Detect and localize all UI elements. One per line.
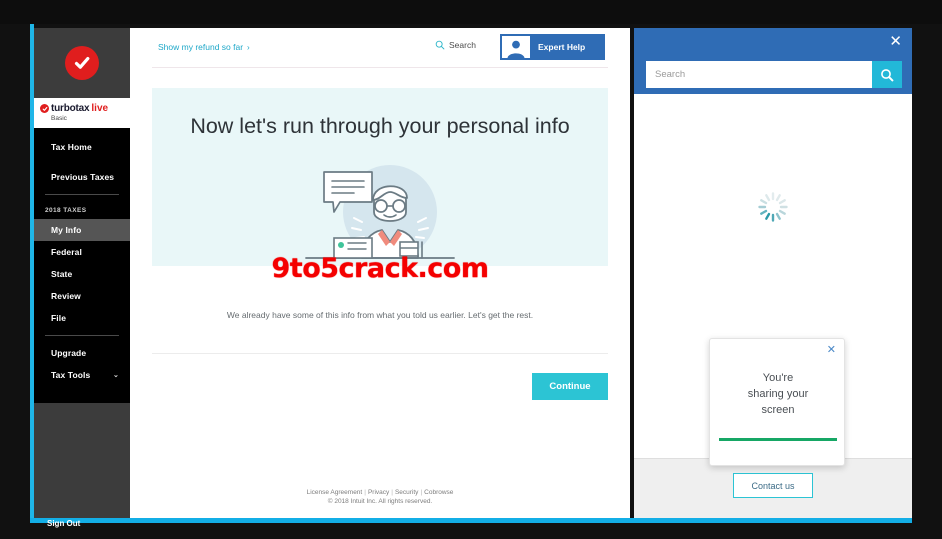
contact-us-button[interactable]: Contact us — [733, 473, 813, 498]
sharing-progress-fill — [719, 438, 837, 441]
sidebar-item-file[interactable]: File — [34, 307, 130, 329]
search-button[interactable]: Search — [435, 40, 476, 50]
page-title: Now let's run through your personal info — [190, 114, 570, 138]
brand-tier: Basic — [51, 115, 67, 122]
search-input[interactable] — [646, 61, 872, 88]
sidebar-item-label: Upgrade — [51, 348, 87, 358]
main-content-panel: Show my refund so far › Search Expert Hel… — [130, 28, 630, 518]
footer-links: License Agreement | Privacy | Security | Cobro… — [130, 489, 630, 496]
sidebar-nav: Tax Home Previous Taxes 2018 TAXES My In… — [34, 128, 130, 403]
footer: License Agreement | Privacy | Security | Cobro… — [130, 489, 630, 505]
show-refund-link[interactable]: Show my refund so far › — [158, 42, 250, 52]
continue-button[interactable]: Continue — [532, 373, 608, 400]
footer-link-security[interactable]: Security — [395, 489, 418, 496]
watermark-text: 9to5crack.com — [271, 253, 489, 284]
sidebar-divider — [45, 335, 119, 336]
left-sidebar: turbotax live Basic Tax Home Previous Ta… — [34, 28, 130, 528]
sign-out-button[interactable]: Sign Out — [34, 512, 130, 534]
main-topbar: Show my refund so far › Search Expert Hel… — [130, 28, 630, 68]
sidebar-item-previous-taxes[interactable]: Previous Taxes — [34, 166, 130, 188]
screen-sharing-card: ✕ You're sharing your screen — [709, 338, 845, 466]
sidebar-item-label: State — [51, 269, 73, 279]
sharing-line-2: sharing your — [747, 387, 809, 400]
sidebar-item-label: Review — [51, 291, 81, 301]
sidebar-item-label: My Info — [51, 225, 82, 235]
sidebar-item-tax-home[interactable]: Tax Home — [34, 136, 130, 158]
show-refund-label: Show my refund so far — [158, 42, 244, 52]
search-icon — [881, 68, 894, 81]
page-subtitle: We already have some of this info from w… — [226, 310, 534, 320]
brand-block[interactable]: turbotax live Basic — [34, 98, 130, 128]
person-with-speech-bubble-illustration — [152, 154, 608, 266]
footer-separator: | — [391, 489, 393, 496]
brand-edition: live — [91, 103, 109, 114]
expert-help-button[interactable]: Expert Help — [500, 34, 605, 60]
close-icon[interactable]: ✕ — [889, 34, 902, 49]
footer-link-cobrowse[interactable]: Cobrowse — [424, 489, 453, 496]
sidebar-item-label: Federal — [51, 247, 82, 257]
screen-sharing-message: You're sharing your screen — [710, 371, 846, 419]
window-frame-bottom-accent — [30, 518, 912, 523]
agent-avatar-icon — [502, 36, 530, 58]
screen-capture: turbotax live Basic Tax Home Previous Ta… — [0, 0, 942, 539]
search-submit-button[interactable] — [872, 61, 902, 88]
loading-spinner-icon — [756, 190, 790, 229]
sidebar-logo-block — [34, 28, 130, 98]
footer-link-privacy[interactable]: Privacy — [368, 489, 389, 496]
sidebar-section-label: 2018 TAXES — [45, 206, 87, 214]
turbotax-check-icon — [40, 104, 49, 113]
support-search-bar — [646, 61, 902, 88]
sidebar-item-review[interactable]: Review — [34, 285, 130, 307]
topbar-divider — [152, 67, 608, 68]
sidebar-item-label: Tax Tools — [51, 370, 91, 380]
sidebar-divider — [45, 194, 119, 195]
support-panel-header: ✕ — [634, 28, 912, 94]
sidebar-item-label: File — [51, 313, 67, 323]
sidebar-item-my-info[interactable]: My Info — [34, 219, 130, 241]
chevron-right-icon: › — [247, 43, 250, 52]
content-divider — [152, 353, 608, 354]
support-panel-footer: Contact us — [634, 458, 912, 518]
footer-separator: | — [364, 489, 366, 496]
sign-out-label: Sign Out — [47, 518, 81, 528]
footer-link-license[interactable]: License Agreement — [307, 489, 363, 496]
sidebar-item-label: Previous Taxes — [51, 172, 115, 182]
search-icon — [435, 40, 445, 50]
sharing-line-3: screen — [761, 403, 795, 416]
sidebar-item-upgrade[interactable]: Upgrade — [34, 342, 130, 364]
sidebar-item-state[interactable]: State — [34, 263, 130, 285]
chevron-down-icon: ⌄ — [113, 372, 119, 379]
close-icon[interactable]: ✕ — [827, 345, 836, 356]
window-backdrop-top — [0, 0, 942, 24]
sharing-line-1: You're — [762, 372, 794, 384]
search-button-label: Search — [449, 40, 476, 50]
sidebar-item-tax-tools[interactable]: Tax Tools ⌄ — [34, 364, 130, 386]
brand-name: turbotax — [51, 103, 90, 114]
sidebar-item-federal[interactable]: Federal — [34, 241, 130, 263]
sharing-progress-bar — [719, 438, 837, 441]
footer-separator: | — [420, 489, 423, 496]
sidebar-item-label: Tax Home — [51, 142, 92, 152]
footer-copyright: © 2018 Intuit Inc. All rights reserved. — [327, 498, 433, 505]
expert-help-label: Expert Help — [538, 42, 586, 52]
red-check-circle-icon — [65, 46, 99, 80]
hero-card: Now let's run through your personal info — [152, 88, 608, 266]
